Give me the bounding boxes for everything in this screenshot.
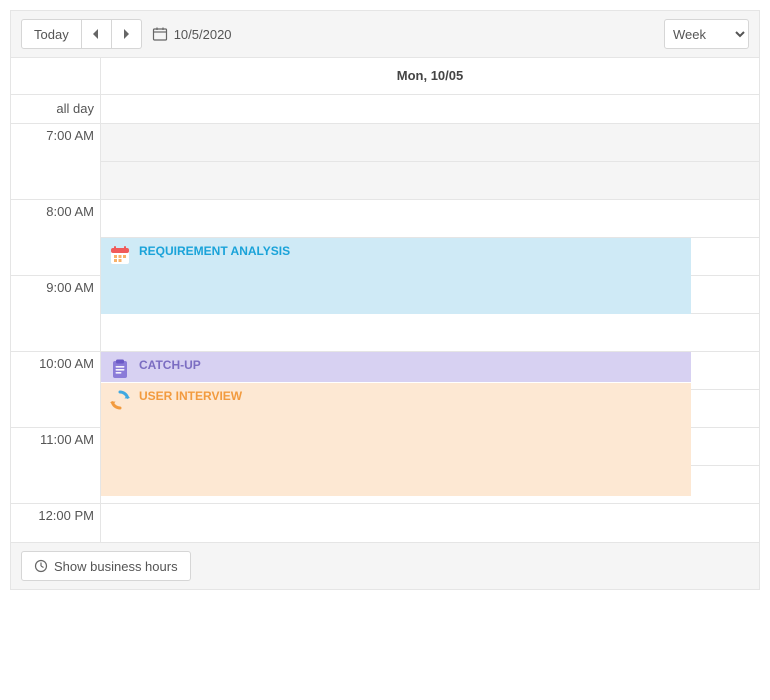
- time-slot[interactable]: [101, 162, 759, 200]
- time-label: 9:00 AM: [11, 276, 100, 352]
- caret-right-icon: [122, 29, 130, 39]
- calendar-icon: [152, 26, 168, 42]
- refresh-cycle-icon: [109, 389, 131, 411]
- event-catch-up[interactable]: CATCH-UP: [101, 352, 691, 382]
- event-title: USER INTERVIEW: [139, 389, 242, 403]
- header-row: Mon, 10/05: [11, 58, 759, 95]
- show-business-hours-button[interactable]: Show business hours: [21, 551, 191, 581]
- header-time-gutter: [11, 58, 101, 94]
- time-gutter: 7:00 AM 8:00 AM 9:00 AM 10:00 AM 11:00 A…: [11, 124, 101, 542]
- show-business-hours-label: Show business hours: [54, 559, 178, 574]
- time-slot[interactable]: [101, 200, 759, 238]
- allday-label: all day: [11, 95, 101, 123]
- event-user-interview[interactable]: USER INTERVIEW: [101, 383, 691, 496]
- prev-button[interactable]: [82, 19, 112, 49]
- date-label: 10/5/2020: [174, 27, 232, 42]
- time-slot[interactable]: [101, 124, 759, 162]
- event-title: CATCH-UP: [139, 358, 201, 372]
- date-picker[interactable]: 10/5/2020: [152, 26, 232, 42]
- view-select[interactable]: Week: [664, 19, 749, 49]
- calendar-event-icon: [109, 244, 131, 266]
- allday-cell[interactable]: [101, 95, 759, 123]
- day-header[interactable]: Mon, 10/05: [101, 58, 759, 94]
- calendar-body: 7:00 AM 8:00 AM 9:00 AM 10:00 AM 11:00 A…: [11, 124, 759, 542]
- event-title: REQUIREMENT ANALYSIS: [139, 244, 290, 258]
- time-label: 11:00 AM: [11, 428, 100, 504]
- footer: Show business hours: [11, 542, 759, 589]
- time-label: 8:00 AM: [11, 200, 100, 276]
- allday-row: all day: [11, 95, 759, 124]
- scheduler: Today 10/5/2020 Week: [10, 10, 760, 590]
- today-button[interactable]: Today: [21, 19, 82, 49]
- time-label: 12:00 PM: [11, 504, 100, 542]
- next-button[interactable]: [112, 19, 142, 49]
- slots-column[interactable]: REQUIREMENT ANALYSIS CATCH-UP: [101, 124, 759, 542]
- time-label: 10:00 AM: [11, 352, 100, 428]
- clipboard-icon: [109, 358, 131, 380]
- clock-icon: [34, 559, 48, 573]
- caret-left-icon: [92, 29, 100, 39]
- time-slot[interactable]: [101, 314, 759, 352]
- event-requirement-analysis[interactable]: REQUIREMENT ANALYSIS: [101, 238, 691, 314]
- toolbar: Today 10/5/2020 Week: [11, 11, 759, 58]
- time-label: 7:00 AM: [11, 124, 100, 200]
- time-slot[interactable]: [101, 504, 759, 542]
